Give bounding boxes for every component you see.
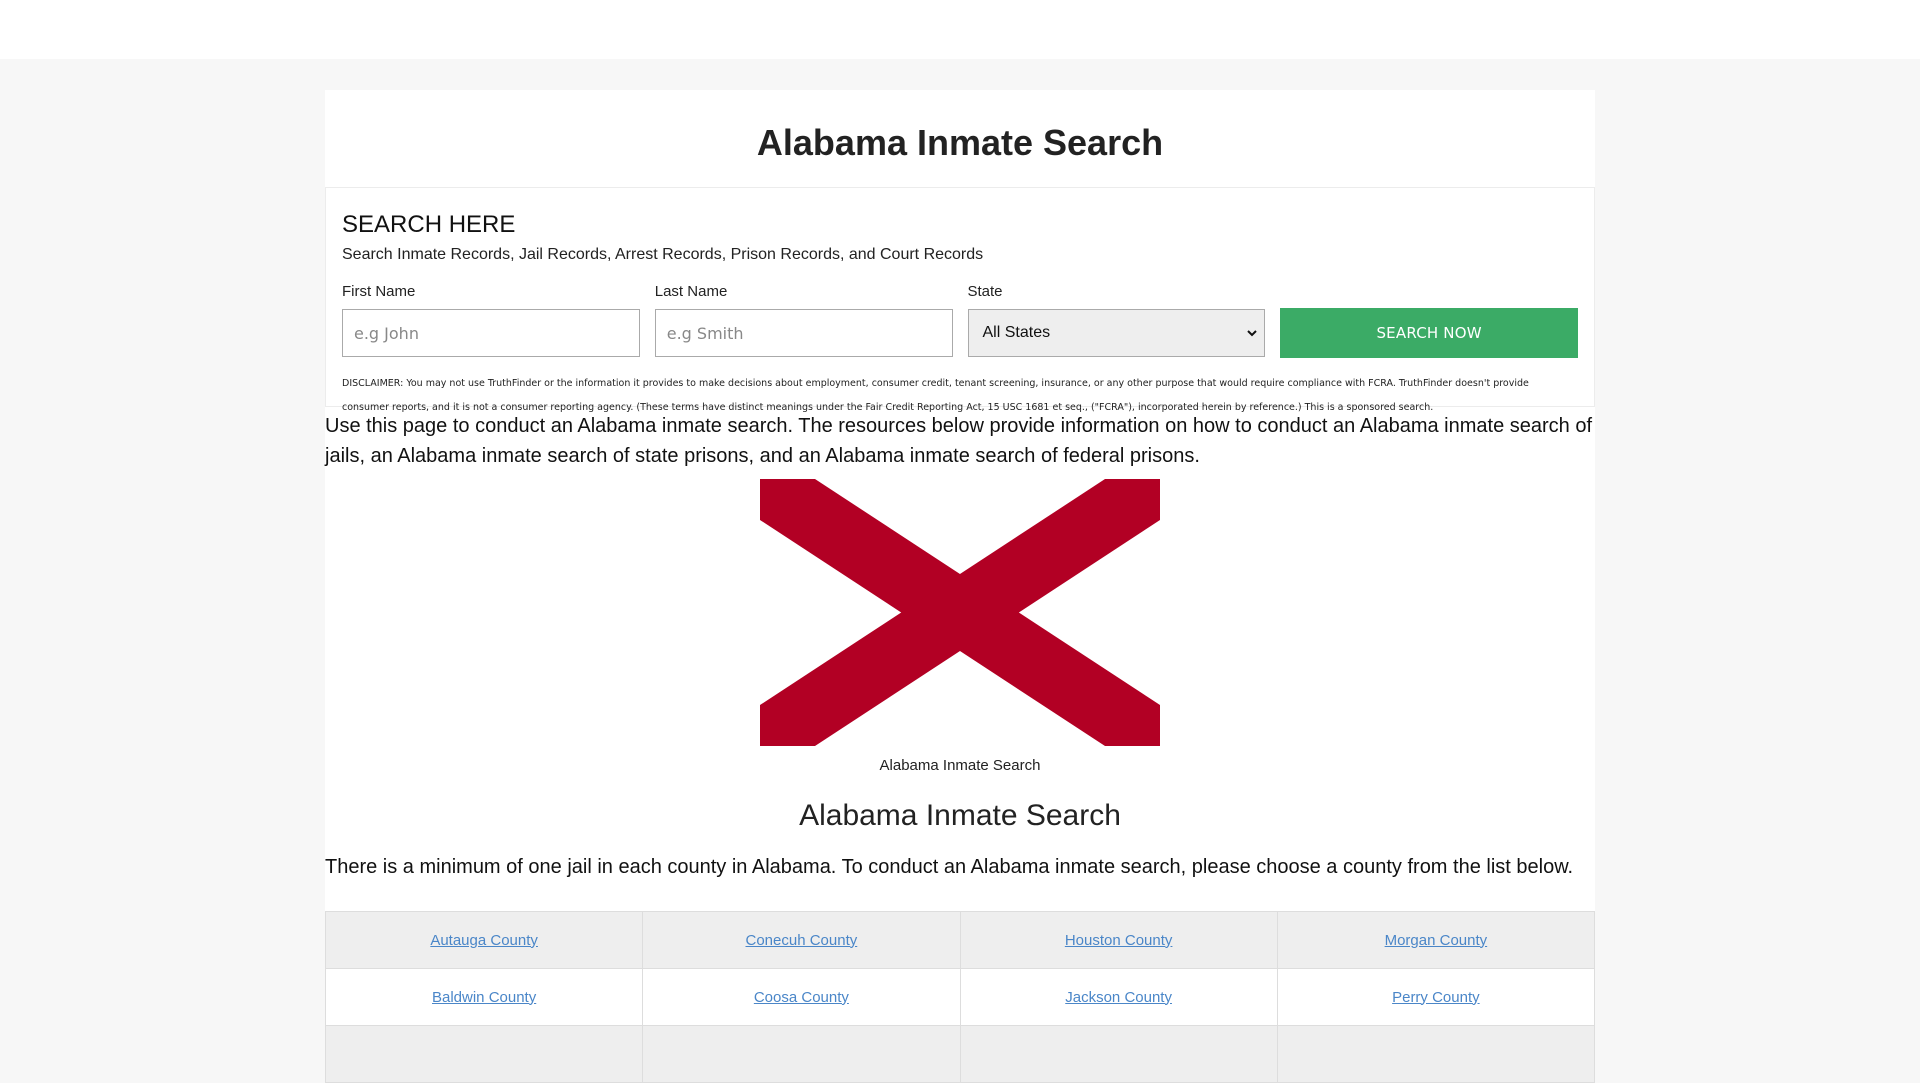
county-link[interactable]: Coosa County	[754, 989, 849, 1006]
alabama-flag-image	[760, 479, 1160, 746]
last-name-label: Last Name	[654, 283, 728, 301]
county-link[interactable]: Jackson County	[1065, 989, 1172, 1006]
search-heading: SEARCH HERE	[342, 211, 516, 238]
chevron-down-icon	[1247, 330, 1257, 337]
alabama-flag-figure	[325, 479, 1595, 751]
table-cell	[1276, 1025, 1596, 1083]
search-form: First Name e.g John Last Name e.g Smith …	[342, 283, 1578, 359]
table-row: Autauga County Conecuh County Houston Co…	[324, 911, 1596, 969]
table-cell: Conecuh County	[642, 911, 961, 969]
county-link[interactable]: Autauga County	[430, 932, 538, 949]
state-select[interactable]: All States	[967, 309, 1266, 358]
table-row: Baldwin County Coosa County Jackson Coun…	[324, 968, 1596, 1026]
state-group: State All States	[967, 283, 1266, 358]
table-cell	[959, 1025, 1278, 1083]
table-cell: Coosa County	[642, 968, 961, 1026]
state-label: State	[967, 283, 1003, 301]
table-cell: Morgan County	[1276, 911, 1596, 969]
section-heading: Alabama Inmate Search	[799, 799, 1121, 832]
table-cell: Jackson County	[959, 968, 1278, 1026]
table-cell: Houston County	[959, 911, 1278, 969]
county-link[interactable]: Houston County	[1065, 932, 1173, 949]
table-cell: Perry County	[1276, 968, 1596, 1026]
state-select-value: All States	[982, 324, 1051, 342]
county-table: Autauga County Conecuh County Houston Co…	[324, 911, 1596, 1083]
section-paragraph: There is a minimum of one jail in each c…	[325, 856, 1574, 878]
last-name-group: Last Name e.g Smith	[654, 283, 953, 358]
title-header: Alabama Inmate Search	[325, 90, 1595, 188]
county-link[interactable]: Morgan County	[1385, 932, 1488, 949]
search-now-button[interactable]: SEARCH NOW	[1280, 308, 1578, 359]
top-navigation-bar	[0, 0, 1920, 59]
intro-paragraph: Use this page to conduct an Alabama inma…	[325, 415, 1593, 467]
page-title: Alabama Inmate Search	[756, 122, 1164, 163]
flag-caption: Alabama Inmate Search	[879, 757, 1041, 774]
last-name-input[interactable]: e.g Smith	[654, 309, 953, 358]
first-name-label: First Name	[342, 283, 416, 301]
table-row	[324, 1025, 1596, 1083]
search-widget: SEARCH HERE Search Inmate Records, Jail …	[325, 188, 1595, 413]
first-name-input[interactable]: e.g John	[342, 309, 640, 358]
county-link[interactable]: Baldwin County	[432, 989, 536, 1006]
county-link[interactable]: Conecuh County	[746, 932, 858, 949]
main-content: Alabama Inmate Search SEARCH HERE Search…	[324, 90, 1596, 1083]
table-cell: Autauga County	[324, 911, 644, 969]
table-cell	[324, 1025, 644, 1083]
first-name-group: First Name e.g John	[342, 283, 640, 358]
table-cell	[642, 1025, 961, 1083]
county-link[interactable]: Perry County	[1392, 989, 1480, 1006]
table-cell: Baldwin County	[324, 968, 644, 1026]
search-subheading: Search Inmate Records, Jail Records, Arr…	[342, 246, 984, 264]
